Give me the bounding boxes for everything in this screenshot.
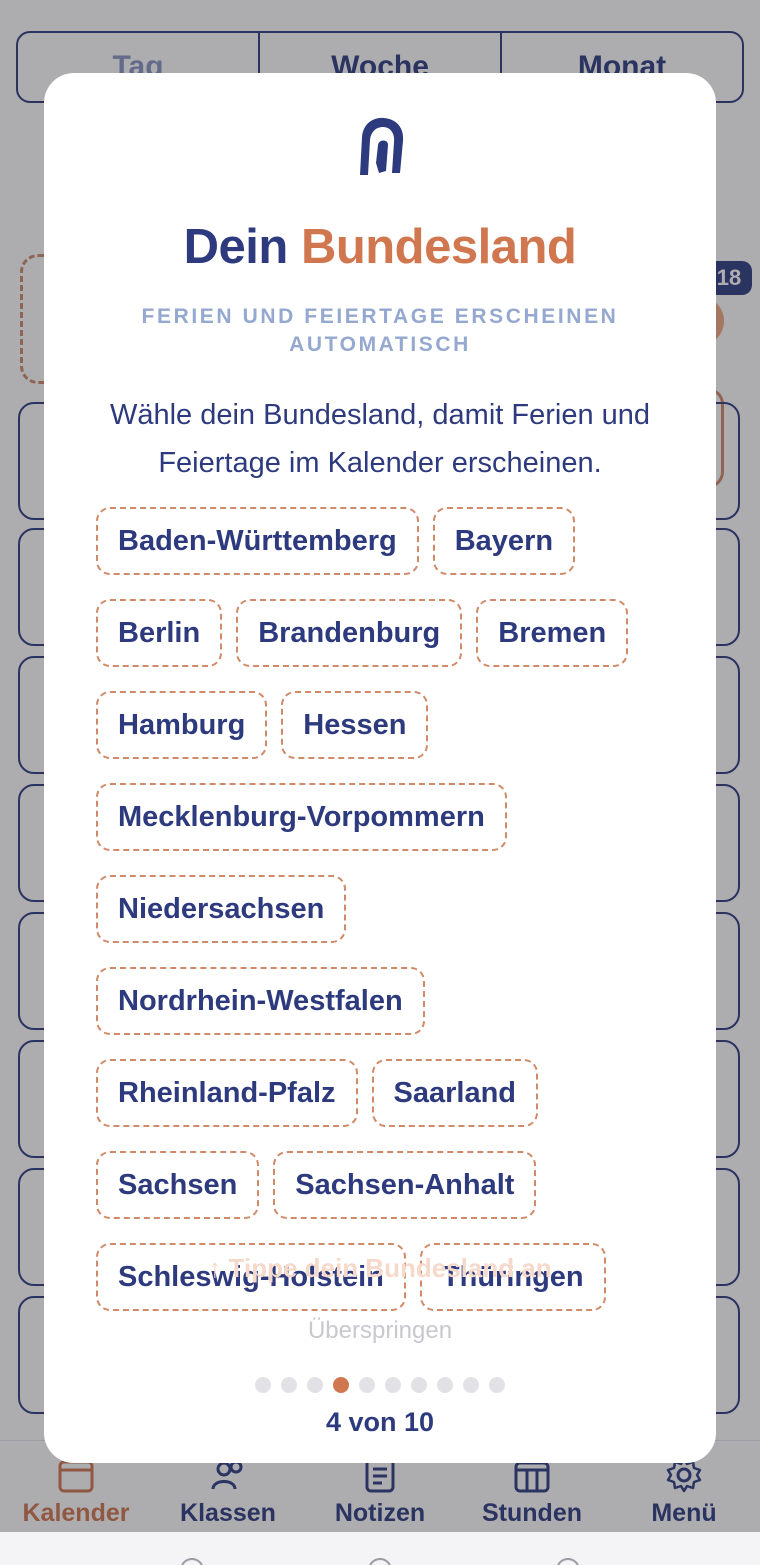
state-chip[interactable]: Nordrhein-Westfalen xyxy=(96,967,425,1035)
step-dot xyxy=(463,1377,479,1393)
state-chip[interactable]: Sachsen xyxy=(96,1151,260,1219)
state-chip[interactable]: Mecklenburg-Vorpommern xyxy=(96,783,507,851)
state-chip-list: Baden-Württemberg Bayern Berlin Brandenb… xyxy=(96,507,676,1311)
onboarding-modal: Dein Bundesland FERIEN UND FEIERTAGE ERS… xyxy=(44,73,716,1463)
step-dot xyxy=(307,1377,323,1393)
step-indicator xyxy=(44,1377,716,1393)
system-back-button[interactable] xyxy=(180,1558,204,1565)
state-chip[interactable]: Bremen xyxy=(476,599,629,667)
state-chip[interactable]: Hessen xyxy=(281,691,429,759)
system-navigation-bar xyxy=(0,1532,760,1565)
step-dot xyxy=(489,1377,505,1393)
step-dot xyxy=(411,1377,427,1393)
state-chip[interactable]: Brandenburg xyxy=(236,599,463,667)
modal-description: Wähle dein Bundesland, damit Ferien und … xyxy=(109,399,651,479)
system-home-button[interactable] xyxy=(368,1558,392,1565)
step-dot xyxy=(255,1377,271,1393)
step-dot xyxy=(437,1377,453,1393)
app-logo-icon xyxy=(360,117,404,175)
step-dot xyxy=(281,1377,297,1393)
skip-button[interactable]: Überspringen xyxy=(44,1317,716,1345)
title-part-primary: Dein xyxy=(183,220,289,274)
state-chip[interactable]: Berlin xyxy=(96,599,223,667)
step-dot xyxy=(359,1377,375,1393)
title-part-accent: Bundesland xyxy=(300,220,577,274)
step-dot-active xyxy=(333,1377,349,1393)
state-chip[interactable]: Saarland xyxy=(371,1059,539,1127)
step-progress-text: 4 von 10 xyxy=(325,1407,435,1437)
selection-hint: ↑ Tippe dein Bundesland an xyxy=(208,1253,552,1283)
system-recents-button[interactable] xyxy=(556,1558,580,1565)
modal-subtitle: FERIEN UND FEIERTAGE ERSCHEINEN AUTOMATI… xyxy=(141,305,619,356)
state-chip[interactable]: Sachsen-Anhalt xyxy=(273,1151,537,1219)
state-chip[interactable]: Rheinland-Pfalz xyxy=(96,1059,358,1127)
state-chip[interactable]: Bayern xyxy=(432,507,576,575)
modal-title: Dein Bundesland xyxy=(44,219,716,275)
state-chip[interactable]: Baden-Württemberg xyxy=(96,507,419,575)
state-chip[interactable]: Hamburg xyxy=(96,691,268,759)
state-chip[interactable]: Niedersachsen xyxy=(96,875,347,943)
step-dot xyxy=(385,1377,401,1393)
